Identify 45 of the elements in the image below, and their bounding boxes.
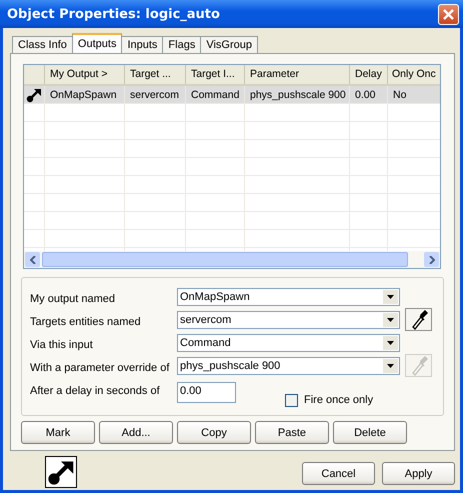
checkbox[interactable] bbox=[285, 394, 298, 406]
close-icon bbox=[442, 8, 455, 20]
tab[interactable]: VisGroup bbox=[200, 36, 258, 53]
column-header[interactable]: Target I... bbox=[186, 65, 245, 84]
field-label: After a delay in seconds of bbox=[30, 384, 161, 397]
field-label: With a parameter override of bbox=[30, 361, 170, 374]
dialog-button[interactable]: Cancel bbox=[302, 462, 375, 485]
dropdown-field[interactable]: phys_pushscale 900 bbox=[177, 356, 400, 374]
action-button[interactable]: Add... bbox=[99, 421, 173, 444]
caret-icon bbox=[387, 318, 394, 322]
caret-icon bbox=[387, 294, 394, 298]
column-header[interactable]: Target ... bbox=[125, 65, 186, 84]
checkbox-label: Fire once only bbox=[304, 394, 374, 406]
dropdown-field[interactable]: OnMapSpawn bbox=[177, 288, 400, 306]
output-arrow-icon bbox=[26, 87, 42, 103]
window-title: Object Properties: logic_auto bbox=[7, 6, 220, 22]
tab[interactable]: Flags bbox=[162, 36, 202, 53]
caret-icon bbox=[387, 340, 394, 344]
action-button[interactable]: Copy bbox=[177, 421, 251, 444]
dropdown-field[interactable]: servercom bbox=[177, 310, 400, 328]
column-header[interactable]: My Output > bbox=[45, 65, 125, 84]
tab[interactable]: Class Info bbox=[12, 36, 73, 53]
tab[interactable]: Outputs bbox=[72, 33, 122, 53]
scroll-right-icon bbox=[428, 256, 434, 264]
column-header[interactable]: Only Onc bbox=[388, 65, 440, 84]
action-button[interactable]: Delete bbox=[333, 421, 407, 444]
dialog-button[interactable]: Apply bbox=[382, 462, 455, 485]
eyedropper-icon bbox=[410, 356, 428, 376]
action-button[interactable]: Paste bbox=[255, 421, 329, 444]
action-button[interactable]: Mark bbox=[21, 421, 95, 444]
scroll-left-icon bbox=[30, 256, 36, 264]
close-button[interactable] bbox=[438, 4, 459, 24]
field-label: Targets entities named bbox=[30, 315, 142, 328]
eyedropper-icon bbox=[410, 310, 428, 330]
tab[interactable]: Inputs bbox=[121, 36, 164, 53]
input-field[interactable]: 0.00 bbox=[177, 382, 236, 403]
column-header[interactable]: Delay bbox=[350, 65, 388, 84]
eyedropper-button[interactable] bbox=[405, 308, 432, 331]
dropdown-field[interactable]: Command bbox=[177, 334, 400, 352]
field-label: Via this input bbox=[30, 338, 94, 351]
column-header[interactable]: Parameter bbox=[245, 65, 350, 84]
caret-icon bbox=[387, 364, 394, 368]
field-label: My output named bbox=[30, 292, 116, 305]
table-row[interactable]: OnMapSpawn servercom Command phys_pushscale 900 0.00 No bbox=[24, 86, 440, 104]
horizontal-scrollbar[interactable] bbox=[24, 251, 440, 268]
